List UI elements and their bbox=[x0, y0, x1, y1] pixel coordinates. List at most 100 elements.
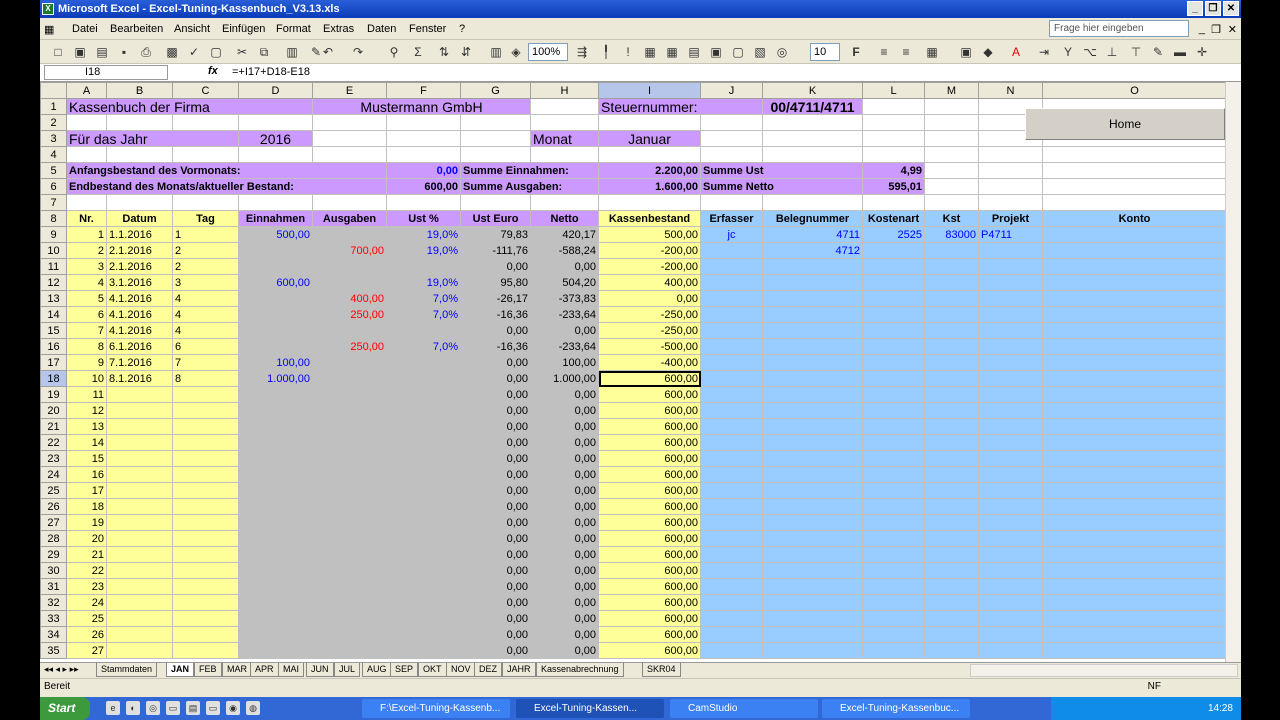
data-cell[interactable]: 20 bbox=[66, 530, 107, 547]
data-cell[interactable]: -400,00 bbox=[598, 354, 701, 371]
data-cell[interactable] bbox=[700, 562, 763, 579]
data-cell[interactable] bbox=[106, 466, 173, 483]
form-icon[interactable]: ▣ bbox=[708, 44, 724, 60]
data-cell[interactable] bbox=[924, 434, 979, 451]
data-cell[interactable]: 4 bbox=[172, 290, 239, 307]
data-cell[interactable] bbox=[924, 514, 979, 531]
data-cell[interactable]: 8 bbox=[172, 370, 239, 387]
menu-einfuegen[interactable]: Einfügen bbox=[222, 23, 265, 35]
data-cell[interactable] bbox=[1042, 306, 1227, 323]
data-cell[interactable]: 0,00 bbox=[460, 642, 531, 659]
data-cell[interactable] bbox=[978, 530, 1043, 547]
data-cell[interactable]: 24 bbox=[66, 594, 107, 611]
data-cell[interactable] bbox=[924, 354, 979, 371]
data-cell[interactable] bbox=[1042, 498, 1227, 515]
data-cell[interactable] bbox=[762, 258, 863, 275]
row-header-29[interactable]: 29 bbox=[40, 546, 67, 563]
table-header-9[interactable]: Kassenbestand bbox=[598, 210, 701, 227]
sheet-tab-jul[interactable]: JUL bbox=[334, 663, 361, 677]
data-cell[interactable]: 23 bbox=[66, 578, 107, 595]
sheet-tab-jun[interactable]: JUN bbox=[306, 663, 334, 677]
cell[interactable] bbox=[530, 194, 599, 211]
data-cell[interactable] bbox=[762, 514, 863, 531]
data-cell[interactable] bbox=[312, 226, 387, 243]
fill-color-icon[interactable]: ◆ bbox=[980, 44, 996, 60]
sheet-tab-dez[interactable]: DEZ bbox=[474, 663, 502, 677]
data-cell[interactable] bbox=[172, 642, 239, 659]
data-cell[interactable]: 600,00 bbox=[598, 498, 701, 515]
data-cell[interactable]: -16,36 bbox=[460, 306, 531, 323]
data-cell[interactable] bbox=[172, 562, 239, 579]
column-header-f[interactable]: F bbox=[386, 82, 461, 99]
cell[interactable] bbox=[762, 114, 863, 131]
data-cell[interactable] bbox=[978, 546, 1043, 563]
summary-label[interactable]: Summe Ust bbox=[700, 162, 863, 179]
data-cell[interactable]: 0,00 bbox=[460, 610, 531, 627]
data-cell[interactable] bbox=[762, 594, 863, 611]
data-cell[interactable] bbox=[700, 258, 763, 275]
data-cell[interactable] bbox=[238, 482, 313, 499]
data-cell[interactable] bbox=[924, 322, 979, 339]
data-cell[interactable] bbox=[1042, 450, 1227, 467]
data-cell[interactable] bbox=[106, 514, 173, 531]
data-cell[interactable] bbox=[172, 466, 239, 483]
data-cell[interactable]: 600,00 bbox=[598, 434, 701, 451]
data-cell[interactable] bbox=[1042, 434, 1227, 451]
data-cell[interactable] bbox=[924, 562, 979, 579]
data-cell[interactable]: 500,00 bbox=[598, 226, 701, 243]
print-icon[interactable]: ⎙ bbox=[138, 44, 154, 60]
data-cell[interactable] bbox=[762, 290, 863, 307]
data-cell[interactable] bbox=[238, 242, 313, 259]
data-cell[interactable]: 600,00 bbox=[598, 418, 701, 435]
data-cell[interactable] bbox=[978, 354, 1043, 371]
data-cell[interactable] bbox=[172, 386, 239, 403]
redo-icon[interactable]: ↷ bbox=[350, 44, 366, 60]
data-cell[interactable] bbox=[762, 274, 863, 291]
data-cell[interactable] bbox=[700, 514, 763, 531]
data-cell[interactable] bbox=[762, 466, 863, 483]
row-header-30[interactable]: 30 bbox=[40, 562, 67, 579]
column-header-a[interactable]: A bbox=[66, 82, 107, 99]
row-header-5[interactable]: 5 bbox=[40, 162, 67, 179]
data-cell[interactable] bbox=[924, 402, 979, 419]
data-cell[interactable]: 600,00 bbox=[598, 610, 701, 627]
column-header-i[interactable]: I bbox=[598, 82, 701, 99]
data-cell[interactable] bbox=[762, 434, 863, 451]
data-cell[interactable]: 0,00 bbox=[530, 610, 599, 627]
column-header-n[interactable]: N bbox=[978, 82, 1043, 99]
data-cell[interactable] bbox=[238, 258, 313, 275]
data-cell[interactable]: 0,00 bbox=[530, 402, 599, 419]
menu-fenster[interactable]: Fenster bbox=[409, 23, 446, 35]
globe-icon[interactable]: ◎ bbox=[774, 44, 790, 60]
data-cell[interactable]: 600,00 bbox=[598, 578, 701, 595]
data-cell[interactable] bbox=[978, 386, 1043, 403]
cell[interactable] bbox=[106, 146, 173, 163]
data-cell[interactable] bbox=[700, 626, 763, 643]
data-cell[interactable] bbox=[924, 290, 979, 307]
data-cell[interactable] bbox=[386, 530, 461, 547]
sheet-tab-jan[interactable]: JAN bbox=[166, 663, 195, 677]
data-cell[interactable] bbox=[238, 642, 313, 659]
data-cell[interactable]: 0,00 bbox=[530, 594, 599, 611]
align-left-icon[interactable]: ≡ bbox=[876, 44, 892, 60]
data-cell[interactable] bbox=[862, 610, 925, 627]
data-cell[interactable]: 0,00 bbox=[530, 514, 599, 531]
data-cell[interactable] bbox=[762, 498, 863, 515]
cell[interactable] bbox=[924, 178, 979, 195]
data-cell[interactable] bbox=[386, 642, 461, 659]
data-cell[interactable] bbox=[862, 514, 925, 531]
row-header-21[interactable]: 21 bbox=[40, 418, 67, 435]
summary-value[interactable]: 4,99 bbox=[862, 162, 925, 179]
table-header-11[interactable]: Belegnummer bbox=[762, 210, 863, 227]
data-cell[interactable]: 4712 bbox=[762, 242, 863, 259]
sort-asc-icon[interactable]: ⇅ bbox=[436, 44, 452, 60]
data-cell[interactable] bbox=[700, 434, 763, 451]
data-cell[interactable]: 4 bbox=[172, 306, 239, 323]
restore-button[interactable]: ❐ bbox=[1205, 1, 1221, 16]
cell[interactable] bbox=[386, 114, 461, 131]
data-cell[interactable] bbox=[312, 514, 387, 531]
cell[interactable] bbox=[1042, 178, 1227, 195]
data-cell[interactable]: -233,64 bbox=[530, 338, 599, 355]
cell[interactable] bbox=[66, 146, 107, 163]
cell[interactable] bbox=[460, 146, 531, 163]
